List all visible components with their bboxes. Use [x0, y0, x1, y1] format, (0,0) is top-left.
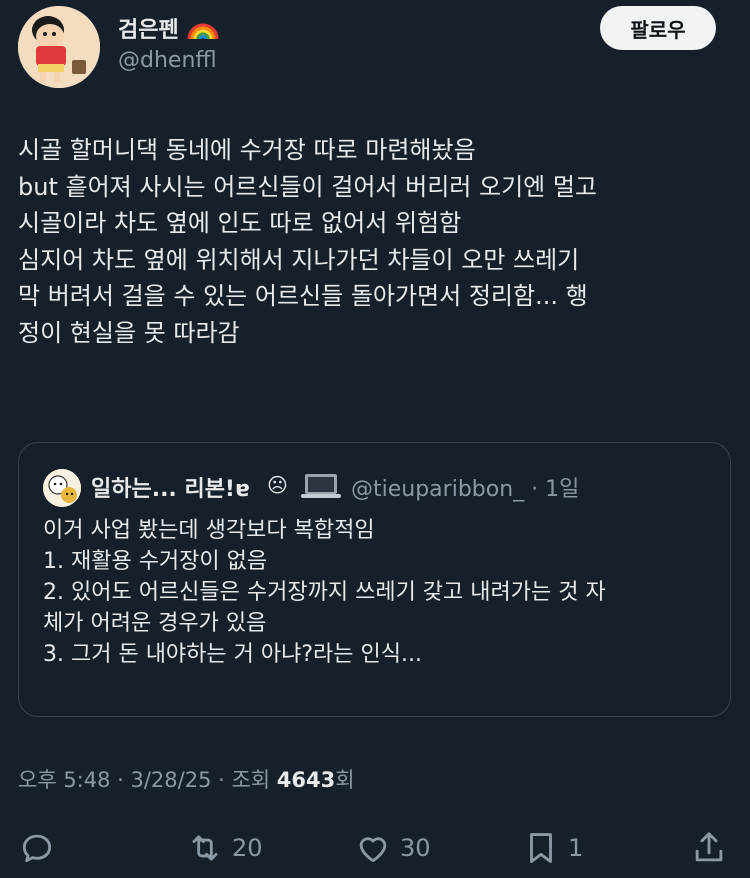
action-bar: 20 30 1	[0, 826, 750, 870]
tweet-line: 심지어 차도 옆에 위치해서 지나가던 차들이 오만 쓰레기	[18, 245, 580, 274]
like-count: 30	[400, 834, 431, 862]
quoted-handle-and-time[interactable]: @tieuparibbon_ · 1일	[351, 471, 579, 503]
follow-button[interactable]: 팔로우	[600, 6, 716, 50]
bookmark-icon	[530, 833, 552, 863]
heart-icon	[359, 837, 387, 863]
quoted-line: 체가 어려운 경우가 있음	[43, 611, 267, 636]
author-handle[interactable]: @dhenffl	[118, 48, 217, 73]
like-button[interactable]: 30	[354, 826, 431, 870]
tweet-text: 시골 할머니댁 동네에 수거장 따로 마련해놨음 but 흩어져 사시는 어르신…	[18, 132, 730, 351]
quoted-line: 1. 재활용 수거장이 없음	[43, 549, 268, 574]
quoted-avatar-illustration	[43, 469, 81, 507]
view-count: 4643	[276, 768, 336, 792]
quoted-tweet-text: 이거 사업 봤는데 생각보다 복합적임 1. 재활용 수거장이 없음 2. 있어…	[43, 515, 723, 670]
quoted-line: 3. 그거 돈 내야하는 거 아냐?라는 인식...	[43, 642, 422, 667]
bookmark-count: 1	[568, 834, 584, 862]
tweet-timestamp[interactable]: 오후 5:48 · 3/28/25 · 조회	[18, 768, 277, 792]
author-avatar[interactable]	[18, 6, 100, 88]
reply-button[interactable]	[18, 826, 56, 870]
rainbow-icon	[187, 23, 219, 40]
laptop-icon	[301, 474, 341, 498]
retweet-icon	[192, 835, 218, 861]
retweet-button[interactable]: 20	[186, 826, 263, 870]
quoted-author-name[interactable]: 일하는... 리본!ɐ	[91, 471, 250, 503]
reply-icon	[22, 834, 52, 863]
view-suffix: 회	[335, 768, 355, 792]
face-emoji-icon: ☹	[267, 473, 288, 497]
avatar-illustration	[18, 6, 100, 88]
tweet-line: 시골 할머니댁 동네에 수거장 따로 마련해놨음	[18, 136, 476, 164]
tweet-line: 정이 현실을 못 따라감	[18, 318, 240, 347]
bookmark-button[interactable]: 1	[522, 826, 583, 870]
quoted-line: 이거 사업 봤는데 생각보다 복합적임	[43, 518, 375, 543]
quoted-tweet-card[interactable]: 일하는... 리본!ɐ ☹ @tieuparibbon_ · 1일 이거 사업 …	[18, 442, 731, 717]
tweet-line: 시골이라 차도 옆에 인도 따로 없어서 위험함	[18, 209, 462, 237]
retweet-count: 20	[232, 834, 263, 862]
tweet-line: but 흩어져 사시는 어르신들이 걸어서 버리러 오기엔 멀고	[18, 172, 598, 201]
share-button[interactable]	[690, 826, 728, 870]
share-icon	[695, 832, 723, 862]
quoted-line: 2. 있어도 어르신들은 수거장까지 쓰레기 갖고 내려가는 것 자	[43, 580, 606, 605]
author-name-text: 검은펜	[118, 18, 179, 43]
tweet-meta: 오후 5:48 · 3/28/25 · 조회 4643회	[18, 764, 355, 794]
tweet-line: 막 버려서 걸을 수 있는 어르신들 돌아가면서 정리함... 행	[18, 282, 588, 310]
author-display-name[interactable]: 검은펜	[118, 12, 220, 44]
quoted-author-avatar[interactable]	[43, 469, 81, 507]
tweet-detail: 검은펜 @dhenffl 팔로우 시골 할머니댁 동네에 수거장 따로 마련해놨…	[0, 0, 750, 878]
